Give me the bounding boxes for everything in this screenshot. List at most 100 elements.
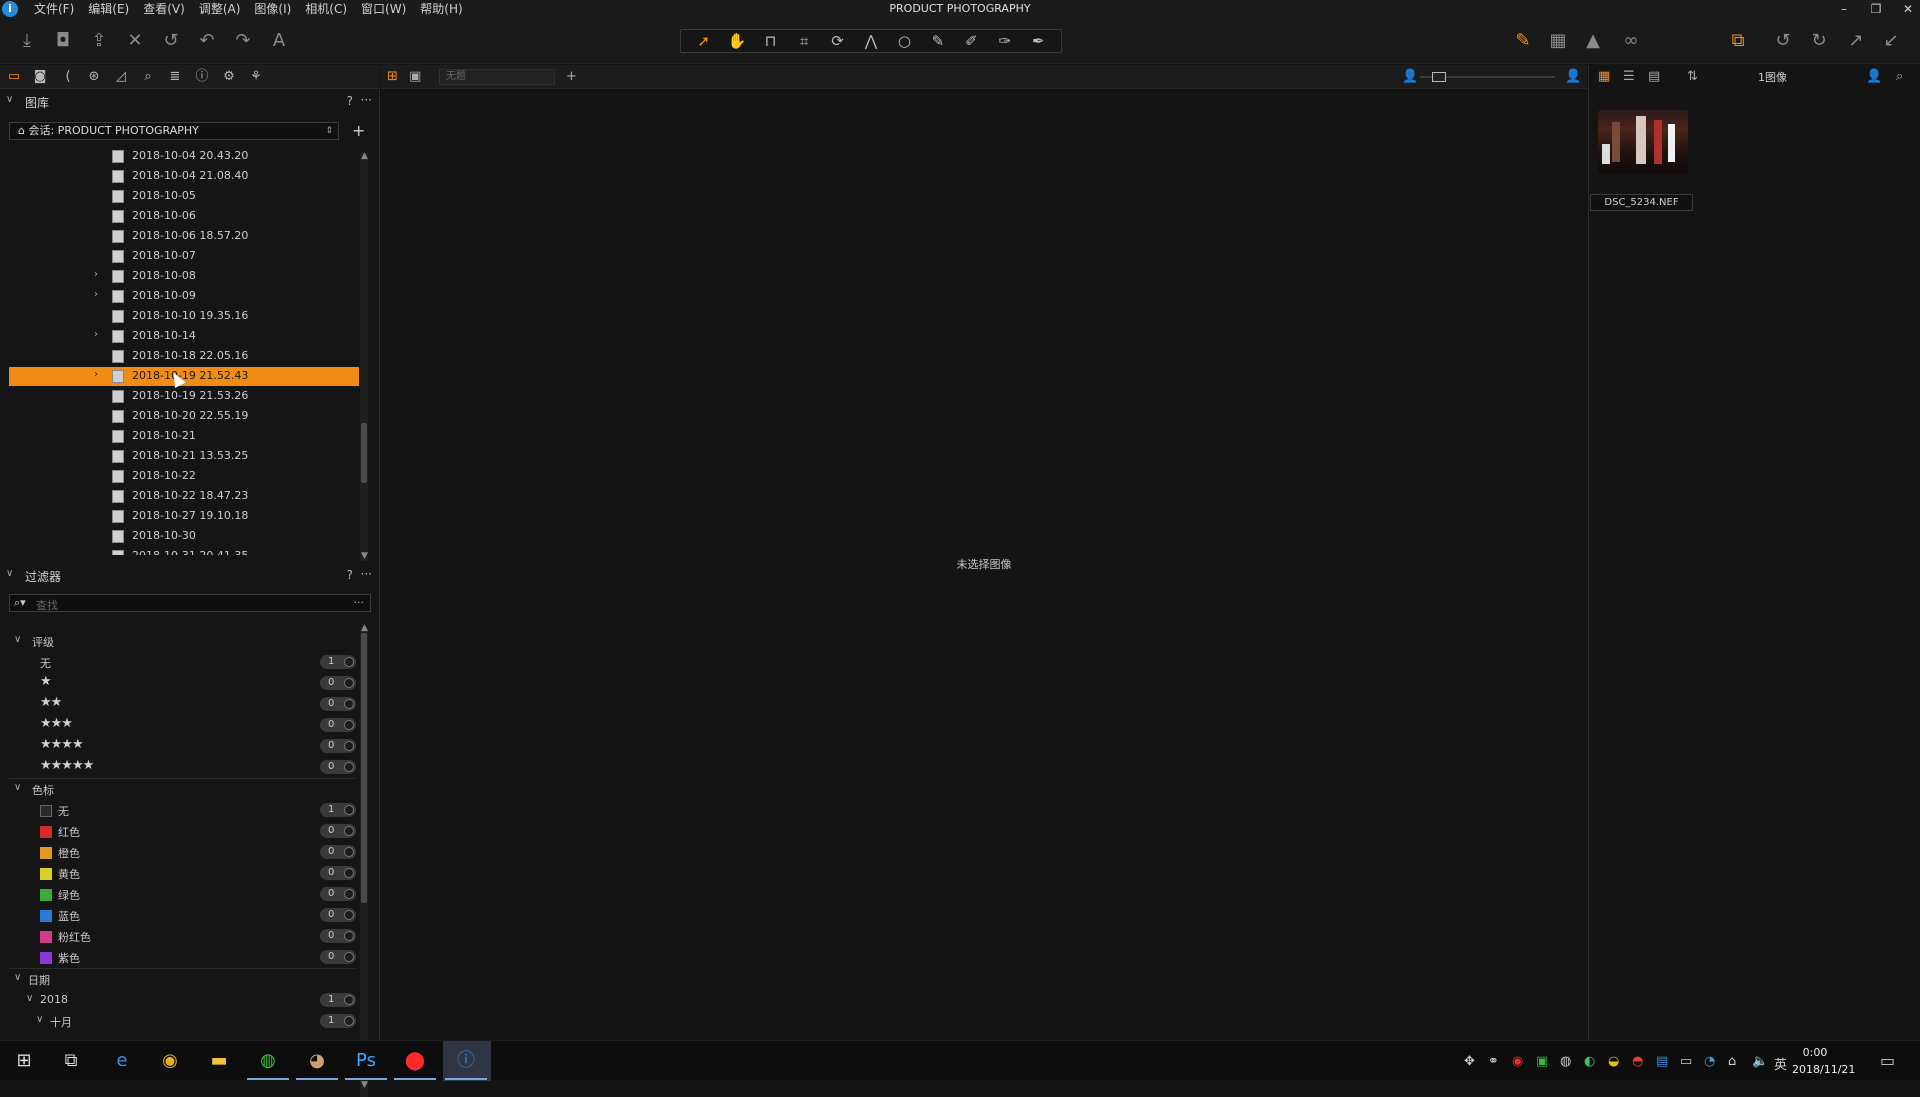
library-panel-header[interactable]: ∨ 图库 ? ···: [0, 91, 380, 113]
text-tool-icon[interactable]: A: [266, 28, 292, 54]
rotate-right-icon[interactable]: ↻: [1806, 28, 1832, 54]
chevron-right-icon[interactable]: ›: [94, 329, 98, 340]
thumbnail-filename[interactable]: DSC_5234.NEF: [1590, 194, 1693, 211]
filter-count-toggle[interactable]: 0: [320, 845, 356, 859]
folder-item[interactable]: 2018-10-31 20.41.35: [9, 547, 359, 555]
filter-group-header[interactable]: ∨ 色标: [0, 780, 360, 798]
folder-item[interactable]: 2018-10-19 21.53.26: [9, 387, 359, 406]
annotate-tool-icon[interactable]: ✒: [1025, 32, 1051, 50]
brush-tool-icon[interactable]: ✎: [925, 32, 951, 50]
clock-date[interactable]: 2018/11/21: [1792, 1063, 1855, 1076]
rating-filter-row[interactable]: ★★★★★ 0: [0, 758, 360, 776]
edit-icon[interactable]: ✎: [1510, 28, 1536, 54]
color-filter-row[interactable]: 紫色 0: [0, 948, 360, 966]
help-icon[interactable]: ?: [347, 94, 353, 108]
app-logo-icon[interactable]: i: [2, 1, 18, 17]
minimize-icon[interactable]: –: [1836, 0, 1852, 18]
scroll-thumb[interactable]: [361, 423, 367, 483]
filter-count-toggle[interactable]: 0: [320, 908, 356, 922]
color-filter-row[interactable]: 红色 0: [0, 822, 360, 840]
picker-tool-icon[interactable]: ✑: [992, 32, 1018, 50]
person-icon[interactable]: 👤: [1866, 69, 1882, 84]
sort-icon[interactable]: ⇅: [1687, 69, 1698, 84]
delete-icon[interactable]: ✕: [122, 28, 148, 54]
folder-item[interactable]: 2018-10-22 18.47.23: [9, 487, 359, 506]
notification-icon[interactable]: ▭: [1880, 1051, 1895, 1070]
filter-search-input[interactable]: ⌕▾ 查找 ···: [9, 594, 371, 612]
scroll-down-icon[interactable]: ▼: [361, 1080, 368, 1090]
wechat-icon[interactable]: ◍: [247, 1049, 289, 1080]
scroll-thumb[interactable]: [361, 633, 367, 903]
filter-scrollbar[interactable]: [360, 627, 368, 1097]
collapse-icon[interactable]: ↙: [1878, 28, 1904, 54]
tab-color-icon[interactable]: ⊛: [84, 68, 104, 86]
filter-panel-header[interactable]: ∨ 过滤器 ? ···: [0, 565, 380, 587]
tray-nvidia-icon[interactable]: ▣: [1536, 1054, 1548, 1069]
tray-wifi-icon[interactable]: ⌂: [1728, 1054, 1736, 1069]
filter-count-toggle[interactable]: 0: [320, 929, 356, 943]
more-icon[interactable]: ···: [354, 596, 365, 609]
help-icon[interactable]: ?: [347, 568, 353, 582]
chevron-right-icon[interactable]: ›: [94, 369, 98, 380]
filter-count-toggle[interactable]: 1: [320, 1014, 356, 1028]
menu-view[interactable]: 查看(V): [137, 0, 193, 18]
rotate-tool-icon[interactable]: ⟳: [825, 32, 851, 50]
folder-item[interactable]: 2018-10-21: [9, 427, 359, 446]
session-select[interactable]: ⌂ 会话: PRODUCT PHOTOGRAPHY ⇕: [9, 122, 339, 140]
folder-item[interactable]: 2018-10-04 21.08.40: [9, 167, 359, 186]
color-filter-row[interactable]: 橙色 0: [0, 843, 360, 861]
thumbnail-size-slider[interactable]: [1420, 72, 1555, 82]
clock-time[interactable]: 0:00: [1784, 1046, 1846, 1059]
tray-weibo-icon[interactable]: ◓: [1632, 1054, 1643, 1069]
tab-capture-icon[interactable]: ◙: [30, 68, 50, 86]
filter-count-toggle[interactable]: 0: [320, 739, 356, 753]
stamp-tool-icon[interactable]: ⊓: [758, 32, 784, 50]
menu-camera[interactable]: 相机(C): [299, 0, 355, 18]
folder-scrollbar[interactable]: [360, 153, 368, 561]
expand-icon[interactable]: ↗: [1843, 28, 1869, 54]
color-filter-row[interactable]: 无1: [0, 801, 360, 819]
record-icon[interactable]: ⬤: [394, 1049, 436, 1080]
filter-count-toggle[interactable]: 0: [320, 697, 356, 711]
tab-output-icon[interactable]: ⚙: [219, 68, 239, 86]
filter-count-toggle[interactable]: 1: [320, 803, 356, 817]
folder-item[interactable]: 2018-10-30: [9, 527, 359, 546]
thumbnail-image[interactable]: [1598, 110, 1688, 174]
folder-item[interactable]: 2018-10-27 19.10.18: [9, 507, 359, 526]
slider-knob[interactable]: [1432, 72, 1446, 82]
export-icon[interactable]: ⇪: [86, 28, 112, 54]
close-icon[interactable]: ✕: [1900, 0, 1916, 18]
folder-item[interactable]: › 2018-10-08: [9, 267, 359, 286]
filter-group-header[interactable]: ∨ 日期: [0, 970, 360, 988]
tab-library-icon[interactable]: ▭: [4, 68, 24, 86]
multi-view-icon[interactable]: ⊞: [387, 69, 398, 84]
color-filter-row[interactable]: 粉红色 0: [0, 927, 360, 945]
menu-image[interactable]: 图像(I): [248, 0, 299, 18]
tray-wechat-icon[interactable]: ◍: [1560, 1054, 1571, 1069]
folder-item[interactable]: 2018-10-22: [9, 467, 359, 486]
menu-window[interactable]: 窗口(W): [355, 0, 414, 18]
folder-item[interactable]: 2018-10-07: [9, 247, 359, 266]
list-view-icon[interactable]: ☰: [1623, 69, 1635, 84]
menu-file[interactable]: 文件(F): [28, 0, 82, 18]
copy-adjust-icon[interactable]: ⧉: [1725, 28, 1751, 54]
restore-icon[interactable]: ❐: [1868, 0, 1884, 18]
filter-group-header[interactable]: ∨ 评级: [0, 632, 360, 650]
keystone-tool-icon[interactable]: ⋀: [858, 32, 884, 50]
filter-count-toggle[interactable]: 0: [320, 866, 356, 880]
tray-app3-icon[interactable]: ◔: [1704, 1054, 1715, 1069]
rating-filter-row[interactable]: ★ 0: [0, 674, 360, 692]
grid-view-icon[interactable]: ▦: [1598, 69, 1610, 84]
select-tool-icon[interactable]: ➚: [691, 32, 717, 50]
scroll-down-icon[interactable]: ▼: [361, 551, 368, 561]
more-icon[interactable]: ···: [361, 93, 372, 107]
rotate-left-icon[interactable]: ↺: [1770, 28, 1796, 54]
filter-count-toggle[interactable]: 0: [320, 950, 356, 964]
pan-tool-icon[interactable]: ✋: [724, 32, 750, 50]
viewer[interactable]: ⊞ ▣ 无题 + 未选择图像: [381, 65, 1587, 1040]
camera-icon[interactable]: ◘: [50, 28, 76, 54]
filter-group-header[interactable]: ∨ 十月 1: [0, 1012, 360, 1030]
explorer-icon[interactable]: ▬: [207, 1049, 231, 1073]
start-icon[interactable]: ⊞: [12, 1049, 36, 1073]
eraser-tool-icon[interactable]: ✐: [958, 32, 984, 50]
